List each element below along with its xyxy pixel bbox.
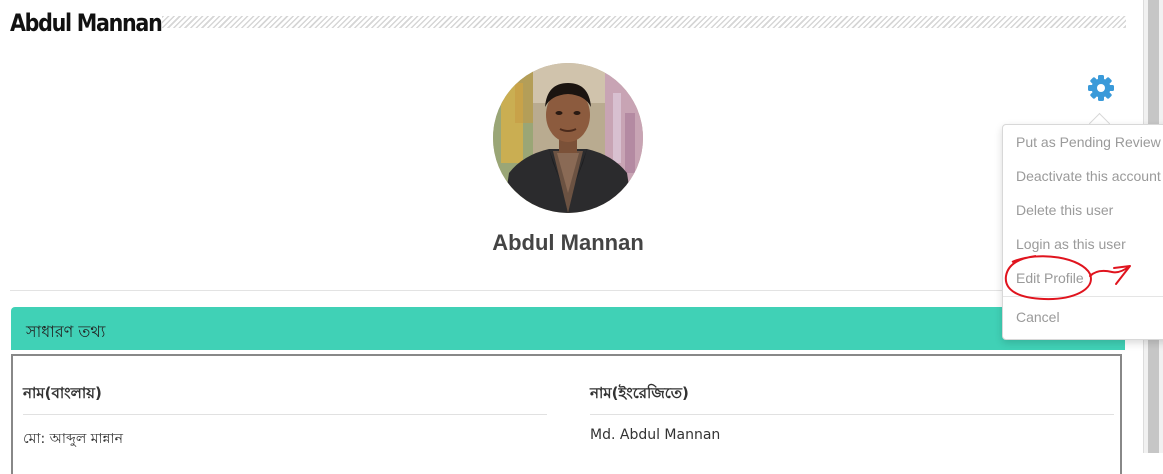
- menu-separator: [1003, 296, 1163, 297]
- menu-item-cancel[interactable]: Cancel: [1016, 308, 1060, 326]
- section-title: সাধারণ তথ্য: [26, 322, 106, 341]
- actions-dropdown-menu: Put as Pending Review Deactivate this ac…: [1002, 124, 1163, 340]
- section-header: সাধারণ তথ্য: [11, 307, 1125, 350]
- avatar: [493, 63, 643, 213]
- field-label: নাম(ইংরেজিতে): [590, 382, 1114, 415]
- menu-item-edit-profile[interactable]: Edit Profile: [1016, 269, 1084, 287]
- gear-icon[interactable]: [1087, 74, 1115, 102]
- field-name-bangla: নাম(বাংলায়) মো: আব্দুল মান্নান: [23, 382, 547, 451]
- title-stripe-decoration: [162, 16, 1126, 28]
- section-divider: [10, 290, 1134, 291]
- menu-item-login-as-user[interactable]: Login as this user: [1016, 235, 1126, 253]
- field-value: মো: আব্দুল মান্নান: [23, 431, 123, 447]
- menu-item-delete-user[interactable]: Delete this user: [1016, 201, 1113, 219]
- profile-name: Abdul Mannan: [492, 230, 644, 255]
- field-name-english: নাম(ইংরেজিতে) Md. Abdul Mannan: [590, 382, 1114, 443]
- section-body: নাম(বাংলায়) মো: আব্দুল মান্নান নাম(ইংরে…: [11, 354, 1122, 474]
- page-title: Abdul Mannan: [10, 9, 163, 37]
- field-value: Md. Abdul Mannan: [590, 427, 721, 443]
- menu-item-deactivate-account[interactable]: Deactivate this account: [1016, 167, 1161, 185]
- menu-item-pending-review[interactable]: Put as Pending Review: [1016, 133, 1161, 151]
- page-title-row: Abdul Mannan: [10, 8, 1126, 38]
- field-label: নাম(বাংলায়): [23, 382, 547, 415]
